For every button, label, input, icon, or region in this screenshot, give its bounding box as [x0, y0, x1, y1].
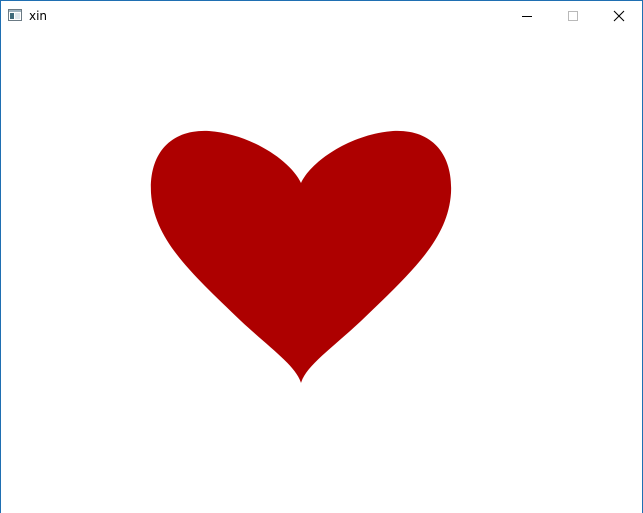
- title-bar[interactable]: xin: [1, 1, 642, 31]
- maximize-icon: [568, 11, 578, 21]
- heart-shape: [150, 130, 452, 383]
- maximize-button[interactable]: [550, 1, 596, 31]
- window-app-icon: [8, 9, 22, 21]
- drawing-canvas: [1, 31, 642, 513]
- close-button[interactable]: [596, 1, 642, 31]
- app-window: xin: [0, 0, 643, 513]
- minimize-icon: [522, 16, 532, 17]
- window-title: xin: [29, 9, 48, 23]
- minimize-button[interactable]: [504, 1, 550, 31]
- close-icon: [613, 10, 625, 22]
